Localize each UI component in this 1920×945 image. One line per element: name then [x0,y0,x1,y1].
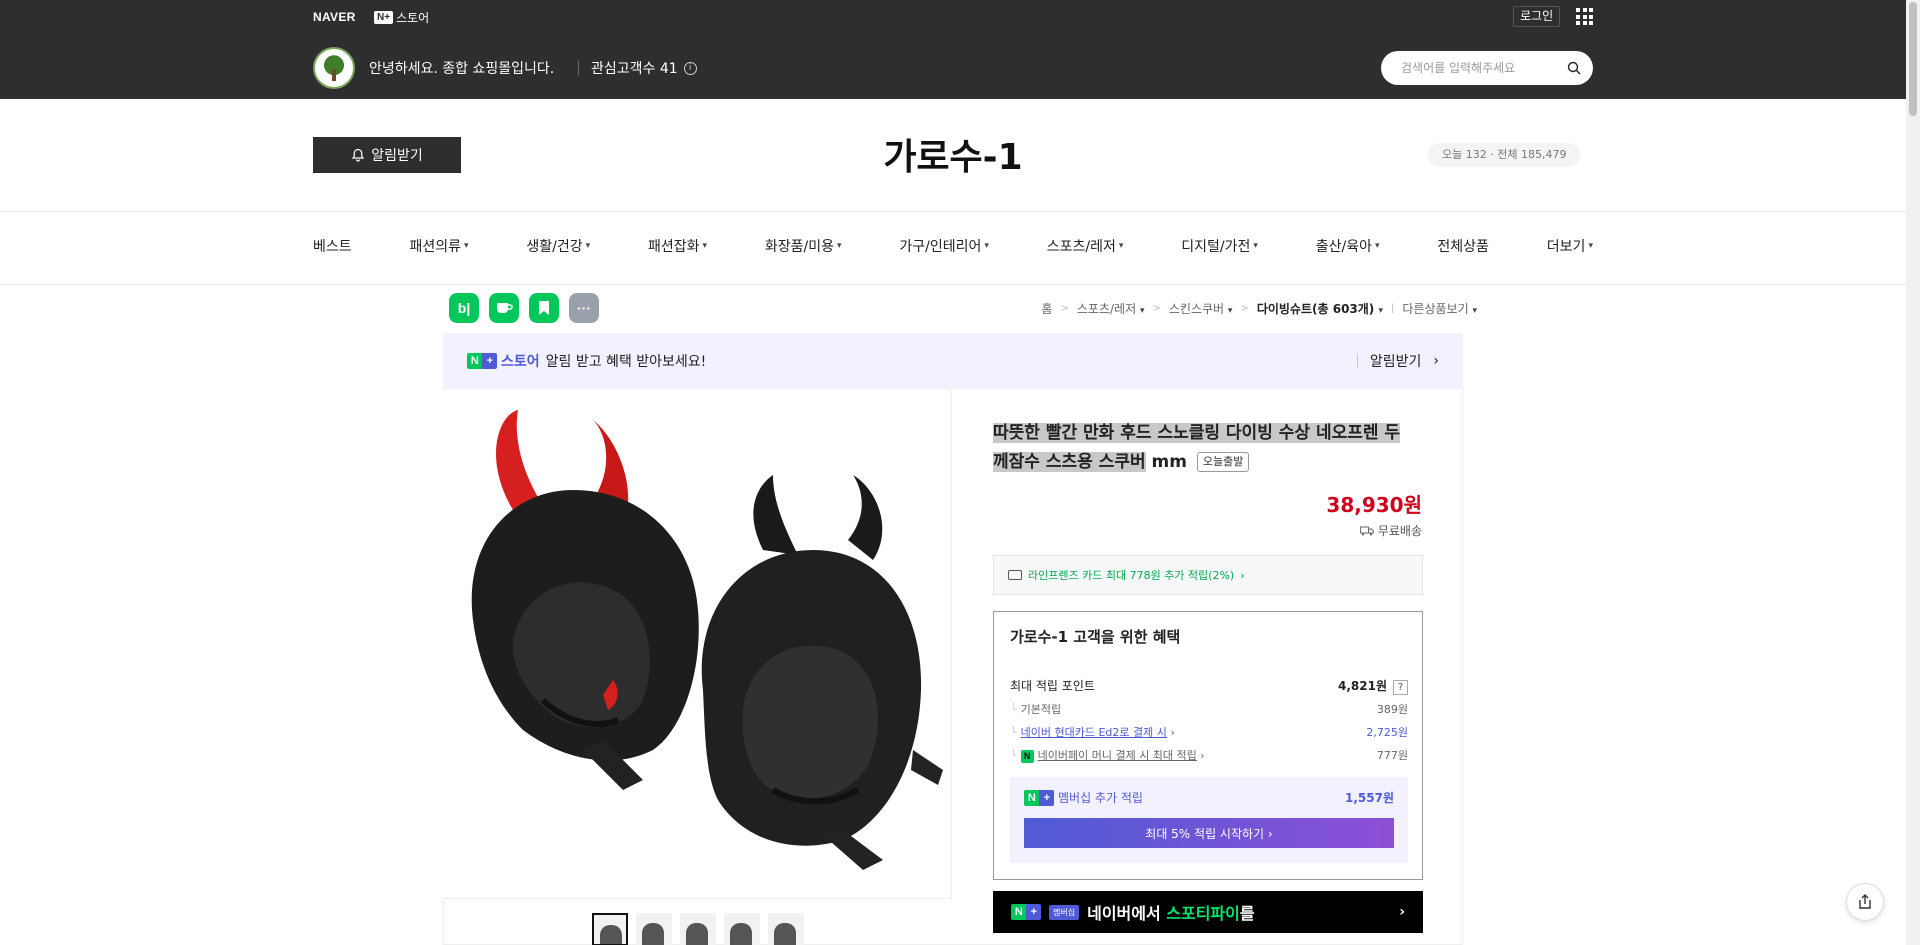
breadcrumb: 홈 > 스포츠/레저 ▾ > 스킨스쿠버 ▾ > 다이빙슈트(총 603개) ▾… [1041,300,1477,317]
hyundai-card-link[interactable]: 네이버 현대카드 Ed2로 결제 시 [1021,726,1167,739]
chevron-down-icon: ▾ [984,241,989,251]
chevron-down-icon: ▾ [1472,306,1477,316]
credit-card-icon [1008,570,1022,580]
nav-item-beauty[interactable]: 화장품/미용 ▾ [765,236,842,256]
divider [0,211,1906,212]
membership-value: 1,557원 [1345,791,1394,805]
shipping-info: 무료배송 [1359,522,1422,539]
visit-count: 오늘 132 · 전체 185,479 [1428,143,1581,167]
chevron-down-icon: ▾ [1227,306,1233,316]
floating-share-button[interactable] [1846,883,1884,921]
product-title: 따뜻한 빨간 만화 후드 스노클링 다이빙 수상 네오프렌 두께잠수 스츠용 스… [993,423,1401,472]
chevron-down-icon: ▾ [1378,306,1384,316]
share-icon [1859,894,1871,909]
more-share-icon[interactable]: ··· [569,293,599,323]
nplus-store-label: 스토어 [396,11,430,25]
nav-item-sports[interactable]: 스포츠/레저 ▾ [1047,236,1124,256]
membership-start-button[interactable]: 최대 5% 적립 시작하기 › [1024,818,1394,848]
breadcrumb-home[interactable]: 홈 [1041,300,1052,317]
scrollbar-thumb[interactable] [1909,2,1917,116]
nplus-badge: N+ [374,11,394,24]
membership-tag: 멤버십 [1049,904,1080,920]
thumbnail-2[interactable] [635,913,672,945]
truck-icon [1359,526,1374,535]
cafe-share-icon[interactable] [489,293,519,323]
spotify-banner[interactable]: N + 멤버십 네이버에서 스포티파이를 › [993,891,1423,933]
today-ship-badge: 오늘출발 [1196,452,1250,472]
login-button[interactable]: 로그인 [1513,6,1561,27]
thumbnail-4[interactable] [723,913,760,945]
breadcrumb-other-products[interactable]: 다른상품보기 ▾ [1402,300,1477,317]
chevron-right-icon: › [1399,904,1405,920]
search-input[interactable] [1401,61,1567,75]
page-scrollbar[interactable] [1906,0,1920,945]
divider [0,284,1906,285]
card-benefit[interactable]: 라인프렌즈 카드 최대 778원 추가 적립(2%) › [993,555,1423,595]
divider [578,60,579,75]
chevron-down-icon: ▾ [1375,241,1380,251]
nplus-icon: N + [467,353,497,369]
thumbnail-3[interactable] [679,913,716,945]
product-image[interactable] [443,390,952,898]
info-icon[interactable]: i [683,61,697,75]
naver-logo[interactable]: NAVER [313,10,356,24]
nav-item-life-health[interactable]: 생활/건강 ▾ [526,236,590,256]
search-box [1381,51,1593,85]
nav-item-baby[interactable]: 출산/육아 ▾ [1316,236,1380,256]
nplus-store-logo[interactable]: N+ 스토어 [374,9,429,26]
nav-item-digital[interactable]: 디지털/가전 ▾ [1181,236,1258,256]
chevron-down-icon: ▾ [1118,241,1124,251]
chevron-down-icon: ▾ [585,241,591,251]
thumbnail-1[interactable] [591,913,628,945]
thumbnail-strip [443,898,952,945]
store-title[interactable]: 가로수-1 [0,128,1906,180]
product-price: 38,930원 [1326,493,1422,517]
pay-points-row: └ N 네이버페이 머니 결제 시 최대 적립 › 777원 [1010,749,1408,763]
interest-count: 관심고객수 41 i [591,58,697,78]
promo-alarm-link[interactable]: 알림받기 › [1356,351,1439,371]
chevron-right-icon: › [1240,568,1245,582]
search-icon[interactable] [1567,61,1581,75]
blog-share-icon[interactable]: b| [449,293,479,323]
nav-item-best[interactable]: 베스트 [313,236,352,256]
chevron-down-icon: ▾ [837,241,842,251]
help-icon[interactable]: ? [1393,680,1408,695]
membership-box: N + 멤버십 추가 적립 1,557원 최대 5% 적립 시작하기 › [1010,777,1408,863]
nav-item-all-products[interactable]: 전체상품 [1437,236,1489,256]
naver-pay-link[interactable]: 네이버페이 머니 결제 시 최대 적립 [1038,749,1197,762]
nplus-icon: N + [1011,904,1041,920]
top-bar: NAVER N+ 스토어 로그인 안녕하세요. 종합 쇼핑몰입니다. 관심고객수… [0,0,1906,99]
benefit-title: 가로수-1 고객을 위한 혜택 [1010,628,1181,646]
chevron-down-icon: ▾ [464,241,469,251]
basic-points-row: └ 기본적립 389원 [1010,703,1408,716]
breadcrumb-cat3[interactable]: 다이빙슈트(총 603개) ▾ [1257,300,1383,317]
benefit-box: 가로수-1 고객을 위한 혜택 최대 적립 포인트 4,821원? └ 기본적립 … [993,611,1423,880]
nav-item-more[interactable]: 더보기 ▾ [1547,236,1593,256]
nav-item-fashion-goods[interactable]: 패션잡화 ▾ [648,236,707,256]
nplus-icon: N + [1024,789,1054,806]
chevron-down-icon: ▾ [1253,241,1258,251]
chevron-down-icon: ▾ [1588,241,1593,251]
bookmark-share-icon[interactable] [529,293,559,323]
apps-grid-icon[interactable] [1576,8,1593,25]
category-nav: 베스트 패션의류 ▾ 생활/건강 ▾ 패션잡화 ▾ 화장품/미용 ▾ 가구/인테리어 ▾ … [313,236,1593,256]
naver-pay-icon: N [1020,750,1034,763]
nplus-store-logo: N + 스토어 [467,351,540,371]
nav-item-furniture[interactable]: 가구/인테리어 ▾ [899,236,989,256]
store-logo[interactable] [313,47,355,89]
share-icons: b| ··· [449,293,599,323]
card-points-row: └ 네이버 현대카드 Ed2로 결제 시 › 2,725원 [1010,726,1408,739]
promo-text: 알림 받고 혜택 받아보세요! [545,354,707,370]
nav-item-fashion-clothing[interactable]: 패션의류 ▾ [409,236,468,256]
chevron-down-icon: ▾ [702,241,708,251]
chevron-right-icon: › [1433,353,1439,369]
breadcrumb-cat2[interactable]: 스킨스쿠버 ▾ [1169,300,1233,317]
store-greeting: 안녕하세요. 종합 쇼핑몰입니다. [369,61,555,77]
thumbnail-5[interactable] [767,913,804,945]
promo-banner: N + 스토어 알림 받고 혜택 받아보세요! 알림받기 › [443,333,1463,389]
max-points-row: 최대 적립 포인트 4,821원? [1010,677,1408,695]
chevron-down-icon: ▾ [1139,306,1145,316]
breadcrumb-cat1[interactable]: 스포츠/레저 ▾ [1077,300,1145,317]
